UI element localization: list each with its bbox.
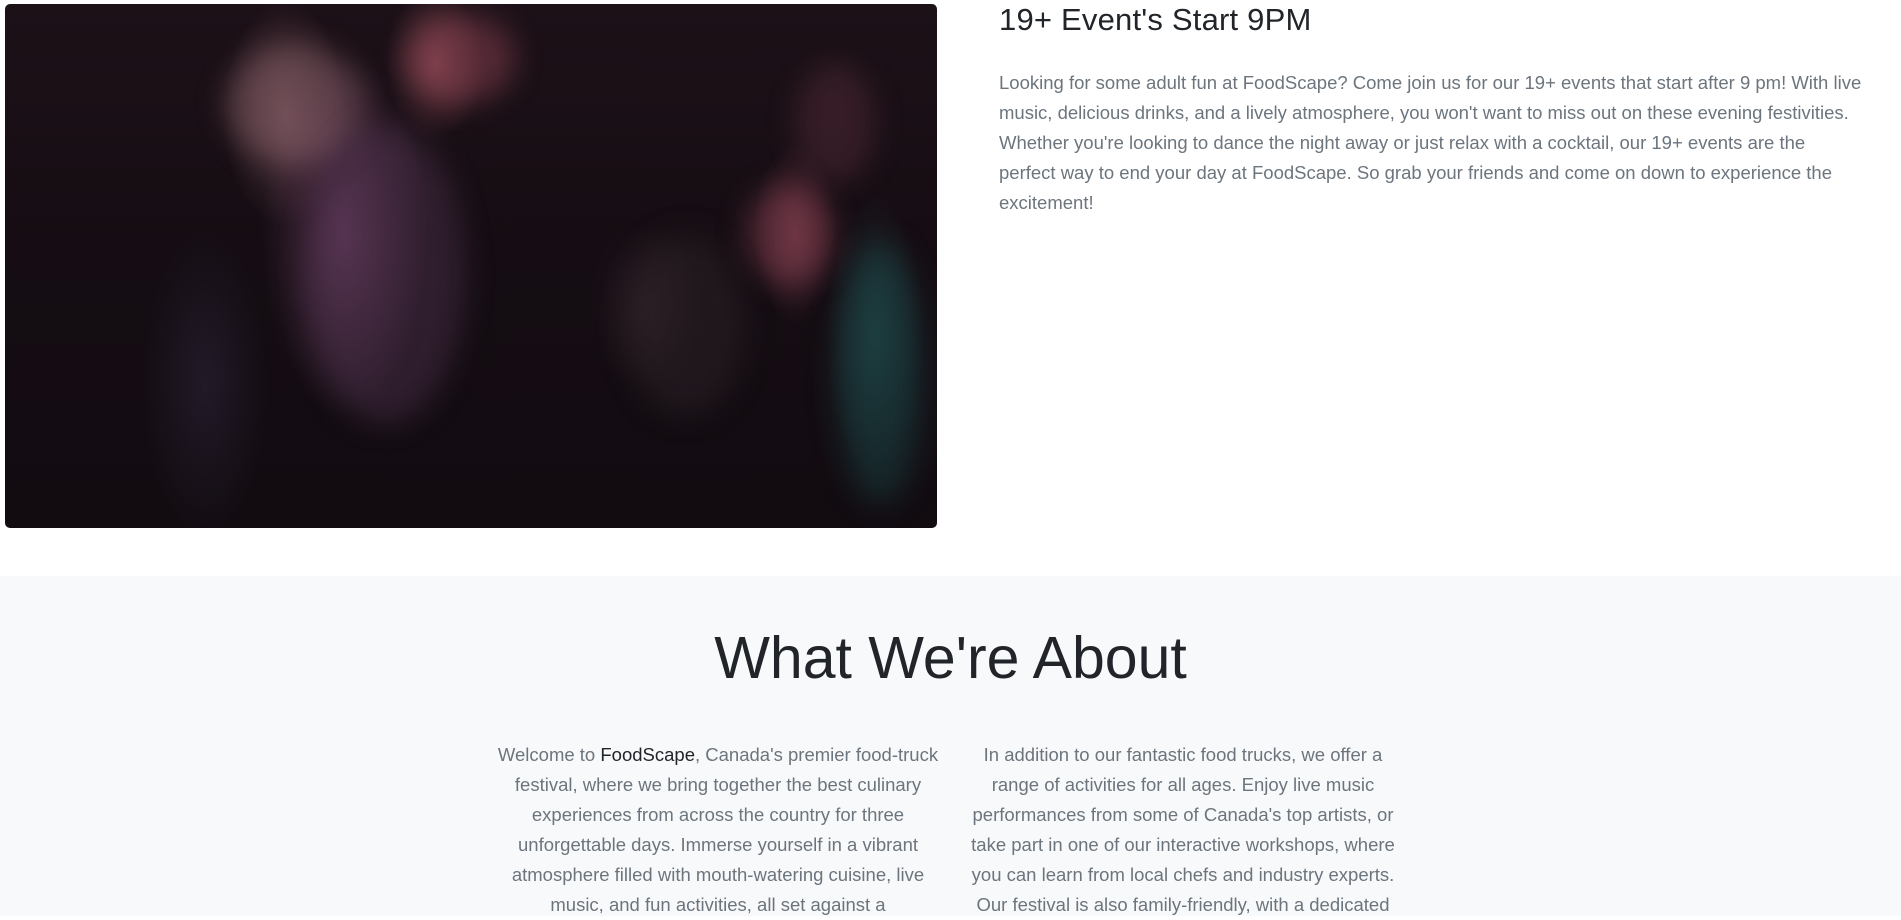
about-section: What We're About Welcome to FoodScape, C… bbox=[0, 576, 1901, 916]
about-activities-paragraph: In addition to our fantastic food trucks… bbox=[971, 744, 1395, 915]
event-section: 19+ Event's Start 9PM Looking for some a… bbox=[0, 0, 1901, 576]
event-photo bbox=[5, 4, 937, 528]
event-description: Looking for some adult fun at FoodScape?… bbox=[999, 72, 1862, 213]
event-title: 19+ Event's Start 9PM bbox=[999, 2, 1312, 37]
about-title: What We're About bbox=[714, 625, 1187, 691]
about-intro-rest: , Canada's premier food-truck festival, … bbox=[511, 744, 939, 915]
about-intro-text: Welcome to bbox=[497, 744, 601, 765]
brand-name: FoodScape bbox=[600, 744, 695, 765]
about-intro-paragraph: Welcome to FoodScape, Canada's premier f… bbox=[493, 740, 943, 920]
